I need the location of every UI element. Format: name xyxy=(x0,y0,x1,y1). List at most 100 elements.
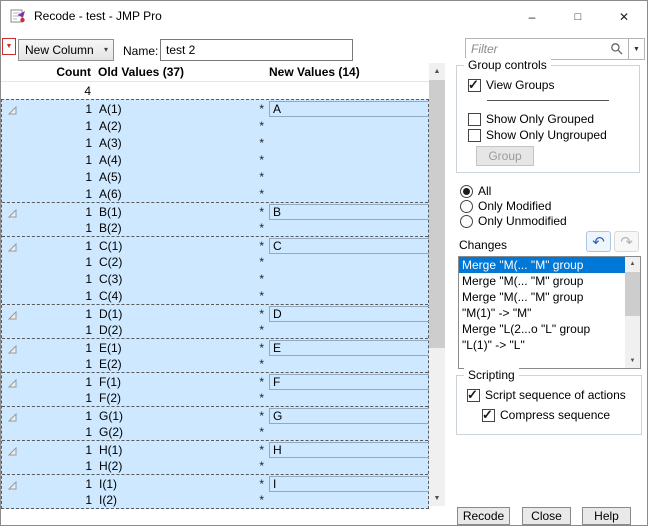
row-new-value-input[interactable]: B xyxy=(269,204,433,220)
scroll-down-icon[interactable]: ▼ xyxy=(429,490,445,506)
changes-list-item[interactable]: Merge "L(2...o "L" group xyxy=(459,321,626,337)
table-row[interactable]: 1 G(2) * xyxy=(2,423,428,440)
scroll-down-icon[interactable]: ▼ xyxy=(625,354,640,368)
column-mode-dropdown[interactable]: New Column ▾ xyxy=(18,39,114,61)
radio-only-unmodified-circle[interactable] xyxy=(460,214,473,228)
table-row[interactable]: 1 C(2) * xyxy=(2,253,428,270)
table-row[interactable]: 1 A(5) * xyxy=(2,168,428,185)
table-row[interactable]: 1 A(3) * xyxy=(2,134,428,151)
changes-list-item[interactable]: Merge "M(... "M" group xyxy=(459,257,626,273)
scroll-up-icon[interactable]: ▲ xyxy=(429,63,445,79)
table-row[interactable]: 1 F(2) * xyxy=(2,389,428,406)
row-new-value-input[interactable]: D xyxy=(269,306,433,322)
name-label: Name: xyxy=(123,44,159,58)
row-new-value-input[interactable]: G xyxy=(269,408,433,424)
row-new-value-input[interactable]: F xyxy=(269,374,433,390)
table-row[interactable]: 1 B(2) * xyxy=(2,219,428,236)
name-input[interactable] xyxy=(160,39,353,61)
table-row[interactable]: 1 I(2) * xyxy=(2,491,428,508)
scroll-up-icon[interactable]: ▲ xyxy=(625,257,640,271)
radio-only-unmodified[interactable]: Only Unmodified xyxy=(460,214,567,228)
column-header-new-values[interactable]: New Values (14) xyxy=(269,65,360,79)
changes-items: Merge "M(... "M" group Merge "M(... "M" g… xyxy=(459,257,640,353)
disclosure-triangle-icon[interactable] xyxy=(7,104,17,118)
table-row[interactable]: 1 E(2) * xyxy=(2,355,428,372)
scrollbar-thumb[interactable] xyxy=(625,272,640,316)
radio-all[interactable]: All xyxy=(460,184,491,198)
changes-scrollbar[interactable]: ▲ ▼ xyxy=(625,257,640,368)
changes-list-item[interactable]: "L(1)" -> "L" xyxy=(459,337,626,353)
row-new-value-input[interactable]: I xyxy=(269,476,433,492)
table-body: 4 1 A(1) * A 1 A(2) * 1 A(3) * 1 A(4) * 1 A(5) * 1 A(6) * 1 B… xyxy=(1,82,433,509)
group-button[interactable]: Group xyxy=(476,146,534,166)
row-old-value: C(1) xyxy=(99,239,123,253)
radio-all-circle[interactable] xyxy=(460,184,473,198)
column-header-count[interactable]: Count xyxy=(21,65,91,79)
row-count: 1 xyxy=(85,205,92,219)
view-groups-checkbox[interactable] xyxy=(468,77,481,93)
row-new-value-input[interactable]: C xyxy=(269,238,433,254)
script-sequence-row[interactable]: Script sequence of actions xyxy=(467,387,626,403)
compress-sequence-checkbox[interactable] xyxy=(482,407,495,423)
undo-icon: ↶ xyxy=(592,233,605,251)
undo-button[interactable]: ↶ xyxy=(586,231,611,252)
changes-list: Merge "M(... "M" group Merge "M(... "M" g… xyxy=(458,256,641,369)
show-only-ungrouped-checkbox[interactable] xyxy=(468,128,481,142)
close-dialog-button[interactable]: Close xyxy=(522,507,571,525)
table-row[interactable]: 1 A(6) * xyxy=(2,185,428,202)
table-scrollbar[interactable]: ▲ ▼ xyxy=(429,63,445,506)
recode-button[interactable]: Recode xyxy=(457,507,510,525)
table-row[interactable]: 1 E(1) * E xyxy=(2,338,433,356)
table-row[interactable]: 1 D(1) * D xyxy=(2,304,433,322)
row-new-value-input[interactable]: E xyxy=(269,340,433,356)
script-sequence-checkbox[interactable] xyxy=(467,387,480,403)
table-row[interactable]: 1 I(1) * I xyxy=(2,474,433,492)
changes-label: Changes xyxy=(459,238,508,252)
redo-button[interactable]: ↷ xyxy=(614,231,639,252)
row-count: 1 xyxy=(85,459,92,473)
table-row[interactable]: 1 C(3) * xyxy=(2,270,428,287)
table-row[interactable]: 1 C(4) * xyxy=(2,287,428,304)
row-star: * xyxy=(259,221,264,235)
minimize-button[interactable]: – xyxy=(509,1,555,32)
scrollbar-thumb[interactable] xyxy=(429,80,445,348)
table-row[interactable]: 1 A(4) * xyxy=(2,151,428,168)
table-row[interactable]: 1 B(1) * B xyxy=(2,202,433,220)
table-row[interactable]: 1 F(1) * F xyxy=(2,372,433,390)
red-triangle-menu-button[interactable]: ▼ xyxy=(2,38,16,55)
show-only-grouped-checkbox[interactable] xyxy=(468,112,481,126)
compress-sequence-row[interactable]: Compress sequence xyxy=(482,407,610,423)
row-new-value-input[interactable]: H xyxy=(269,442,433,458)
table-row[interactable]: 1 H(2) * xyxy=(2,457,428,474)
show-only-grouped-row[interactable]: Show Only Grouped xyxy=(468,112,594,126)
table-row[interactable]: 1 H(1) * H xyxy=(2,440,433,458)
view-groups-row[interactable]: View Groups xyxy=(468,77,555,93)
help-button[interactable]: Help xyxy=(582,507,631,525)
view-groups-label: View Groups xyxy=(486,78,555,92)
table-row[interactable]: 1 A(2) * xyxy=(2,117,428,134)
table-row[interactable]: 1 G(1) * G xyxy=(2,406,433,424)
radio-only-modified-circle[interactable] xyxy=(460,199,473,213)
table-row[interactable]: 4 xyxy=(1,82,429,99)
changes-list-item[interactable]: Merge "M(... "M" group xyxy=(459,289,626,305)
row-count: 1 xyxy=(85,341,92,355)
search-icon[interactable] xyxy=(610,42,624,59)
row-new-value-input[interactable]: A xyxy=(269,101,433,117)
table-row[interactable]: 1 A(1) * A xyxy=(2,100,433,118)
filter-dropdown-button[interactable]: ▼ xyxy=(629,38,645,60)
radio-only-modified[interactable]: Only Modified xyxy=(460,199,551,213)
show-only-ungrouped-row[interactable]: Show Only Ungrouped xyxy=(468,128,607,142)
filter-input[interactable] xyxy=(466,40,614,58)
table-row[interactable]: 1 D(2) * xyxy=(2,321,428,338)
row-old-value: B(1) xyxy=(99,205,122,219)
maximize-button[interactable]: □ xyxy=(555,1,601,32)
group-controls-title: Group controls xyxy=(464,58,551,72)
close-button[interactable]: ✕ xyxy=(601,1,647,32)
row-count: 1 xyxy=(85,255,92,269)
column-header-old-values[interactable]: Old Values (37) xyxy=(98,65,184,79)
changes-list-item[interactable]: Merge "M(... "M" group xyxy=(459,273,626,289)
row-star: * xyxy=(259,136,264,150)
changes-list-item[interactable]: "M(1)" -> "M" xyxy=(459,305,626,321)
row-count: 1 xyxy=(85,119,92,133)
table-row[interactable]: 1 C(1) * C xyxy=(2,236,433,254)
